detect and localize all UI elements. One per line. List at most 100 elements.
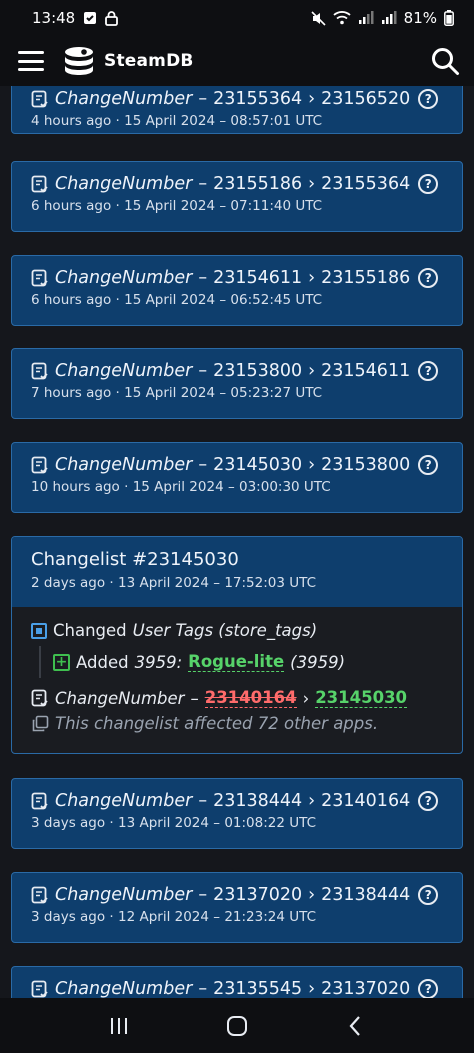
hamburger-icon[interactable] xyxy=(18,51,44,71)
history-card[interactable]: ChangeNumber – 23145030 › 23153800 ? 10 … xyxy=(11,442,463,513)
change-label: ChangeNumber xyxy=(55,174,193,194)
help-circle-icon[interactable]: ? xyxy=(418,268,439,288)
tag-id-paren: (3959) xyxy=(290,652,346,672)
history-card[interactable]: ChangeNumber – 23154611 › 23155186 ? 6 h… xyxy=(11,255,463,326)
change-label: ChangeNumber xyxy=(55,791,193,811)
history-card[interactable]: ChangeNumber – 23153800 › 23154611 ? 7 h… xyxy=(11,348,463,419)
document-icon xyxy=(31,792,48,809)
arrow: › xyxy=(308,89,316,109)
document-icon xyxy=(31,175,48,192)
history-card[interactable]: ChangeNumber – 23135545 › 23137020 ? xyxy=(11,966,463,998)
affected-row[interactable]: This changelist affected 72 other apps. xyxy=(31,714,443,733)
changelist-title[interactable]: Changelist #23145030 xyxy=(31,549,443,570)
steamdb-logo-icon xyxy=(65,47,93,75)
document-icon xyxy=(31,886,48,903)
help-circle-icon[interactable]: ? xyxy=(418,89,439,109)
separator: – xyxy=(198,455,208,475)
change-to: 23156520 xyxy=(321,89,411,109)
help-circle-icon[interactable]: ? xyxy=(418,979,439,998)
help-circle-icon[interactable]: ? xyxy=(418,361,439,381)
change-from: 23137020 xyxy=(213,885,303,905)
separator: – xyxy=(198,268,208,288)
change-to: 23155186 xyxy=(321,268,411,288)
check-notification-icon xyxy=(84,12,97,24)
help-circle-icon[interactable]: ? xyxy=(418,885,439,905)
history-card[interactable]: ChangeNumber – 23138444 › 23140164 ? 3 d… xyxy=(11,778,463,849)
arrow: › xyxy=(308,361,316,381)
arrow: › xyxy=(308,268,316,288)
separator: – xyxy=(198,361,208,381)
change-from: 23155364 xyxy=(213,89,303,109)
changelist-time: 2 days ago · 13 April 2024 – 17:52:03 UT… xyxy=(31,575,317,591)
change-label: ChangeNumber xyxy=(55,688,185,708)
history-card[interactable]: ChangeNumber – 23155186 › 23155364 ? 6 h… xyxy=(11,161,463,232)
home-icon[interactable] xyxy=(217,1011,257,1041)
separator: – xyxy=(198,791,208,811)
changed-field: User Tags (store_tags) xyxy=(132,621,318,640)
change-time: 6 hours ago · 15 April 2024 – 06:52:45 U… xyxy=(31,292,323,308)
history-feed[interactable]: ChangeNumber – 23155364 › 23156520 ? 4 h… xyxy=(0,86,474,998)
document-icon xyxy=(31,90,48,107)
document-icon xyxy=(31,456,48,473)
change-to: 23137020 xyxy=(321,979,411,998)
change-from: 23145030 xyxy=(213,455,303,475)
search-icon[interactable] xyxy=(430,46,460,76)
change-old-value: 23140164 xyxy=(204,688,297,708)
change-time: 3 days ago · 13 April 2024 – 01:08:22 UT… xyxy=(31,815,317,831)
status-time: 13:48 xyxy=(32,9,76,27)
change-time: 7 hours ago · 15 April 2024 – 05:23:27 U… xyxy=(31,385,323,401)
battery-percent: 81% xyxy=(403,9,437,27)
affected-apps-text[interactable]: This changelist affected 72 other apps. xyxy=(55,714,378,733)
history-card[interactable]: ChangeNumber – 23155364 › 23156520 ? 4 h… xyxy=(11,86,463,134)
system-nav-bar xyxy=(0,998,474,1053)
arrow: › xyxy=(308,979,316,998)
document-icon xyxy=(31,362,48,379)
app-logo[interactable]: SteamDB xyxy=(62,44,194,78)
app-title: SteamDB xyxy=(104,51,194,71)
recent-apps-icon[interactable] xyxy=(99,1011,139,1041)
changelist-card[interactable]: Changelist #23145030 2 days ago · 13 Apr… xyxy=(11,536,463,754)
app-bar: SteamDB xyxy=(0,36,474,86)
change-label: ChangeNumber xyxy=(55,979,193,998)
change-time: 3 days ago · 12 April 2024 – 21:23:24 UT… xyxy=(31,909,317,925)
tag-name-link[interactable]: Rogue-lite xyxy=(188,652,285,672)
separator: – xyxy=(198,885,208,905)
change-to: 23154611 xyxy=(321,361,411,381)
separator: – xyxy=(190,688,199,708)
change-from: 23155186 xyxy=(213,174,303,194)
lock-icon xyxy=(105,10,119,26)
added-row: + Added 3959: Rogue-lite (3959) xyxy=(53,652,345,672)
document-icon xyxy=(31,269,48,286)
help-circle-icon[interactable]: ? xyxy=(418,791,439,811)
help-circle-icon[interactable]: ? xyxy=(418,174,439,194)
change-new-value: 23145030 xyxy=(315,688,408,708)
plus-icon: + xyxy=(53,653,70,671)
arrow: › xyxy=(302,688,310,708)
signal-icon xyxy=(358,11,374,24)
copy-icon xyxy=(32,715,49,731)
change-to: 23140164 xyxy=(321,791,411,811)
back-icon[interactable] xyxy=(335,1011,375,1041)
change-label: ChangeNumber xyxy=(55,455,193,475)
changelist-header[interactable]: Changelist #23145030 2 days ago · 13 Apr… xyxy=(12,537,462,607)
arrow: › xyxy=(308,174,316,194)
help-circle-icon[interactable]: ? xyxy=(418,455,439,475)
mute-icon xyxy=(311,10,326,26)
arrow: › xyxy=(308,455,316,475)
change-from: 23154611 xyxy=(213,268,303,288)
arrow: › xyxy=(308,885,316,905)
tag-id: 3959: xyxy=(134,652,183,672)
signal-icon-2 xyxy=(381,11,397,24)
changed-icon xyxy=(31,622,47,639)
change-to: 23153800 xyxy=(321,455,411,475)
added-prefix: Added xyxy=(76,652,129,672)
changed-prefix: Changed xyxy=(53,621,127,640)
change-label: ChangeNumber xyxy=(55,89,193,109)
change-time: 6 hours ago · 15 April 2024 – 07:11:40 U… xyxy=(31,198,323,214)
separator: – xyxy=(198,89,208,109)
change-time: 10 hours ago · 15 April 2024 – 03:00:30 … xyxy=(31,479,331,495)
wifi-icon xyxy=(333,11,351,25)
document-icon xyxy=(31,689,48,706)
history-card[interactable]: ChangeNumber – 23137020 › 23138444 ? 3 d… xyxy=(11,872,463,943)
document-icon xyxy=(31,980,48,997)
